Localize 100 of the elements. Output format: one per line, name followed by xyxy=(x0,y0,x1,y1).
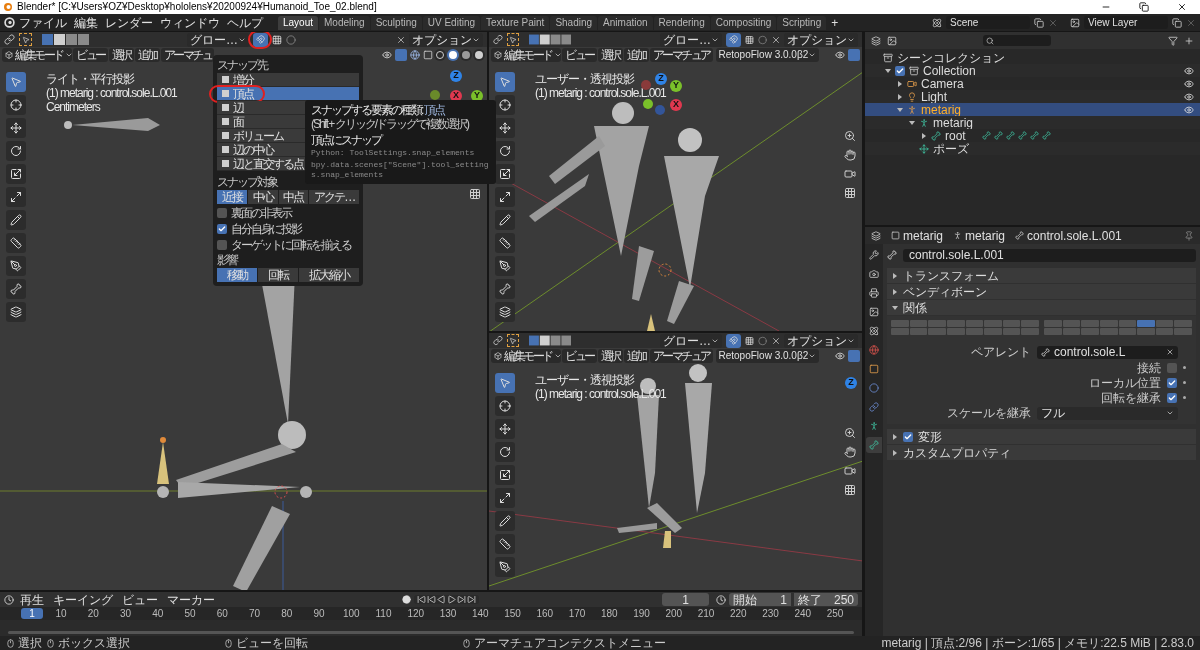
outliner-label: ポーズ xyxy=(933,142,969,155)
panel-header[interactable]: 変形 xyxy=(887,429,1196,444)
frame-number: 180 xyxy=(599,608,619,619)
menu-item[interactable]: 追加 xyxy=(623,349,649,363)
panel-header[interactable]: カスタムプロパティ xyxy=(887,445,1196,460)
breadcrumb-item[interactable]: metarig xyxy=(891,229,943,242)
snap-element-option[interactable]: 頂点 xyxy=(217,87,359,101)
current-frame-field[interactable]: 1 xyxy=(662,593,709,606)
frame-number: 50 xyxy=(183,608,197,619)
add-workspace-button[interactable]: + xyxy=(827,15,843,30)
menu-item[interactable]: 追加 xyxy=(134,48,160,62)
orientation-dropdown[interactable]: グロー… xyxy=(187,32,249,47)
frame-number: 240 xyxy=(793,608,813,619)
checkbox-label: 回転を継承 xyxy=(1101,391,1161,404)
checkbox-label: 自分自身に投影 xyxy=(231,223,301,235)
affect-option[interactable]: 移動 xyxy=(217,268,257,282)
end-frame-field[interactable]: 終了 250 xyxy=(794,593,858,606)
mode-dropdown[interactable]: 編集モード xyxy=(491,48,561,62)
frame-number: 120 xyxy=(406,608,426,619)
menu-item[interactable]: 編集 xyxy=(71,15,101,30)
workspace-tab[interactable]: Compositing xyxy=(710,15,777,30)
workspace-tab[interactable]: Rendering xyxy=(653,15,710,30)
menu-item[interactable]: ウィンドウ xyxy=(157,15,223,30)
view-layer-field[interactable]: View Layer xyxy=(1084,16,1168,29)
menu-item[interactable]: 再生 xyxy=(17,592,47,607)
axis-gizmo-handle[interactable]: Z xyxy=(655,73,667,85)
outliner-label: Camera xyxy=(921,77,964,90)
parent-field[interactable]: control.sole.L xyxy=(1037,345,1178,359)
frame-number: 130 xyxy=(438,608,458,619)
snap-target-option[interactable]: 近接 xyxy=(217,190,247,204)
menu-item[interactable]: ヘルプ xyxy=(224,15,266,30)
panel-header[interactable]: トランスフォーム xyxy=(887,268,1196,283)
menu-item[interactable]: キーイング xyxy=(50,592,116,607)
menu-item[interactable]: 選択 xyxy=(597,349,623,363)
panel-header[interactable]: 関係 xyxy=(887,300,1196,315)
field-label: ペアレント xyxy=(970,346,1031,358)
axis-gizmo-handle[interactable]: X xyxy=(670,99,682,111)
workspace-tab[interactable]: Modeling xyxy=(319,15,370,30)
panel-header[interactable]: ベンディボーン xyxy=(887,284,1196,299)
breadcrumb-item[interactable]: metarig xyxy=(953,229,1006,242)
menu-item[interactable]: 選択 xyxy=(108,48,134,62)
menu-item[interactable]: ビュー xyxy=(73,48,108,62)
checkbox-label: 接続 xyxy=(1137,361,1161,374)
outliner-label: metarig xyxy=(921,103,961,116)
menu-item[interactable]: ビュー xyxy=(562,349,597,363)
menu-item[interactable]: 選択 xyxy=(597,48,623,62)
bone-name-field[interactable]: control.sole.L.001 xyxy=(903,248,1196,262)
checkbox-label: ターゲットに回転を揃える xyxy=(231,239,351,251)
workspace-tab[interactable]: Sculpting xyxy=(370,15,422,30)
outliner-label: シーンコレクション xyxy=(897,51,1005,64)
addon-dropdown[interactable]: RetopoFlow 3.0.0β2 xyxy=(715,349,820,363)
addon-dropdown[interactable]: RetopoFlow 3.0.0β2 xyxy=(715,48,820,62)
menu-item[interactable]: レンダー xyxy=(102,15,156,30)
menu-item[interactable]: アーマチュア xyxy=(649,48,713,62)
menu-item[interactable]: マーカー xyxy=(164,592,218,607)
menu-item[interactable]: 追加 xyxy=(623,48,649,62)
frame-number: 110 xyxy=(374,608,393,619)
frame-number: 170 xyxy=(567,608,587,619)
workspace-tab[interactable]: Scripting xyxy=(777,15,827,30)
options-dropdown[interactable]: オプション xyxy=(784,333,858,348)
frame-number: 10 xyxy=(54,608,68,619)
outliner-label: Light xyxy=(921,90,948,103)
affect-option[interactable]: 回転 xyxy=(258,268,298,282)
outliner-row[interactable]: metarig xyxy=(865,103,1200,116)
mode-dropdown[interactable]: 編集モード xyxy=(491,349,561,363)
menu-item[interactable]: アーマチュ xyxy=(160,48,214,62)
view-name: ライト・平行投影 xyxy=(46,72,134,86)
status-hint: ビューを回転 xyxy=(236,637,308,649)
axis-gizmo-handle[interactable]: Z xyxy=(450,70,462,82)
orientation-dropdown[interactable]: グロー… xyxy=(660,32,722,47)
mode-dropdown[interactable]: 編集モード xyxy=(2,48,72,62)
workspace-tab[interactable]: UV Editing xyxy=(422,15,480,30)
current-frame-marker[interactable]: 1 xyxy=(21,608,43,619)
snap-target-option[interactable]: 中心 xyxy=(247,190,278,204)
breadcrumb-item[interactable]: control.sole.L.001 xyxy=(1015,229,1122,242)
workspace-tab[interactable]: Shading xyxy=(550,15,598,30)
scene-field[interactable]: Scene xyxy=(946,16,1030,29)
options-dropdown[interactable]: オプション xyxy=(784,32,858,47)
workspace-tab[interactable]: Layout xyxy=(278,15,319,30)
menu-item[interactable]: ビュー xyxy=(119,592,161,607)
panel-title: 変形 xyxy=(918,430,942,443)
field-label: スケールを継承 xyxy=(946,407,1031,419)
options-dropdown[interactable]: オプション xyxy=(409,32,483,47)
menu-item[interactable]: ビュー xyxy=(562,48,597,62)
snap-element-option[interactable]: 増分 xyxy=(217,73,359,87)
axis-gizmo-handle[interactable]: Z xyxy=(845,377,857,389)
checkbox-label: ローカル位置 xyxy=(1089,376,1161,389)
scale-dropdown[interactable]: フル xyxy=(1037,406,1178,420)
axis-gizmo-handle[interactable]: Y xyxy=(670,80,682,92)
workspace-tab[interactable]: Animation xyxy=(598,15,653,30)
orientation-dropdown[interactable]: グロー… xyxy=(660,333,722,348)
menu-item[interactable]: ファイル xyxy=(16,15,70,30)
snap-target-option[interactable]: 中点 xyxy=(278,190,309,204)
affect-option[interactable]: 拡大縮小 xyxy=(299,268,359,282)
snap-target-option[interactable]: アクテ… xyxy=(309,190,359,204)
workspace-tab[interactable]: Texture Paint xyxy=(481,15,550,30)
status-hint: アーマチュアコンテクストメニュー xyxy=(474,637,666,649)
start-frame-field[interactable]: 開始 1 xyxy=(729,593,791,606)
window-title: Blender* [C:¥Users¥OZ¥Desktop¥hololens¥20200924¥Humanoid_Toe_02.blend] xyxy=(17,2,377,12)
menu-item[interactable]: アーマチュア xyxy=(649,349,713,363)
